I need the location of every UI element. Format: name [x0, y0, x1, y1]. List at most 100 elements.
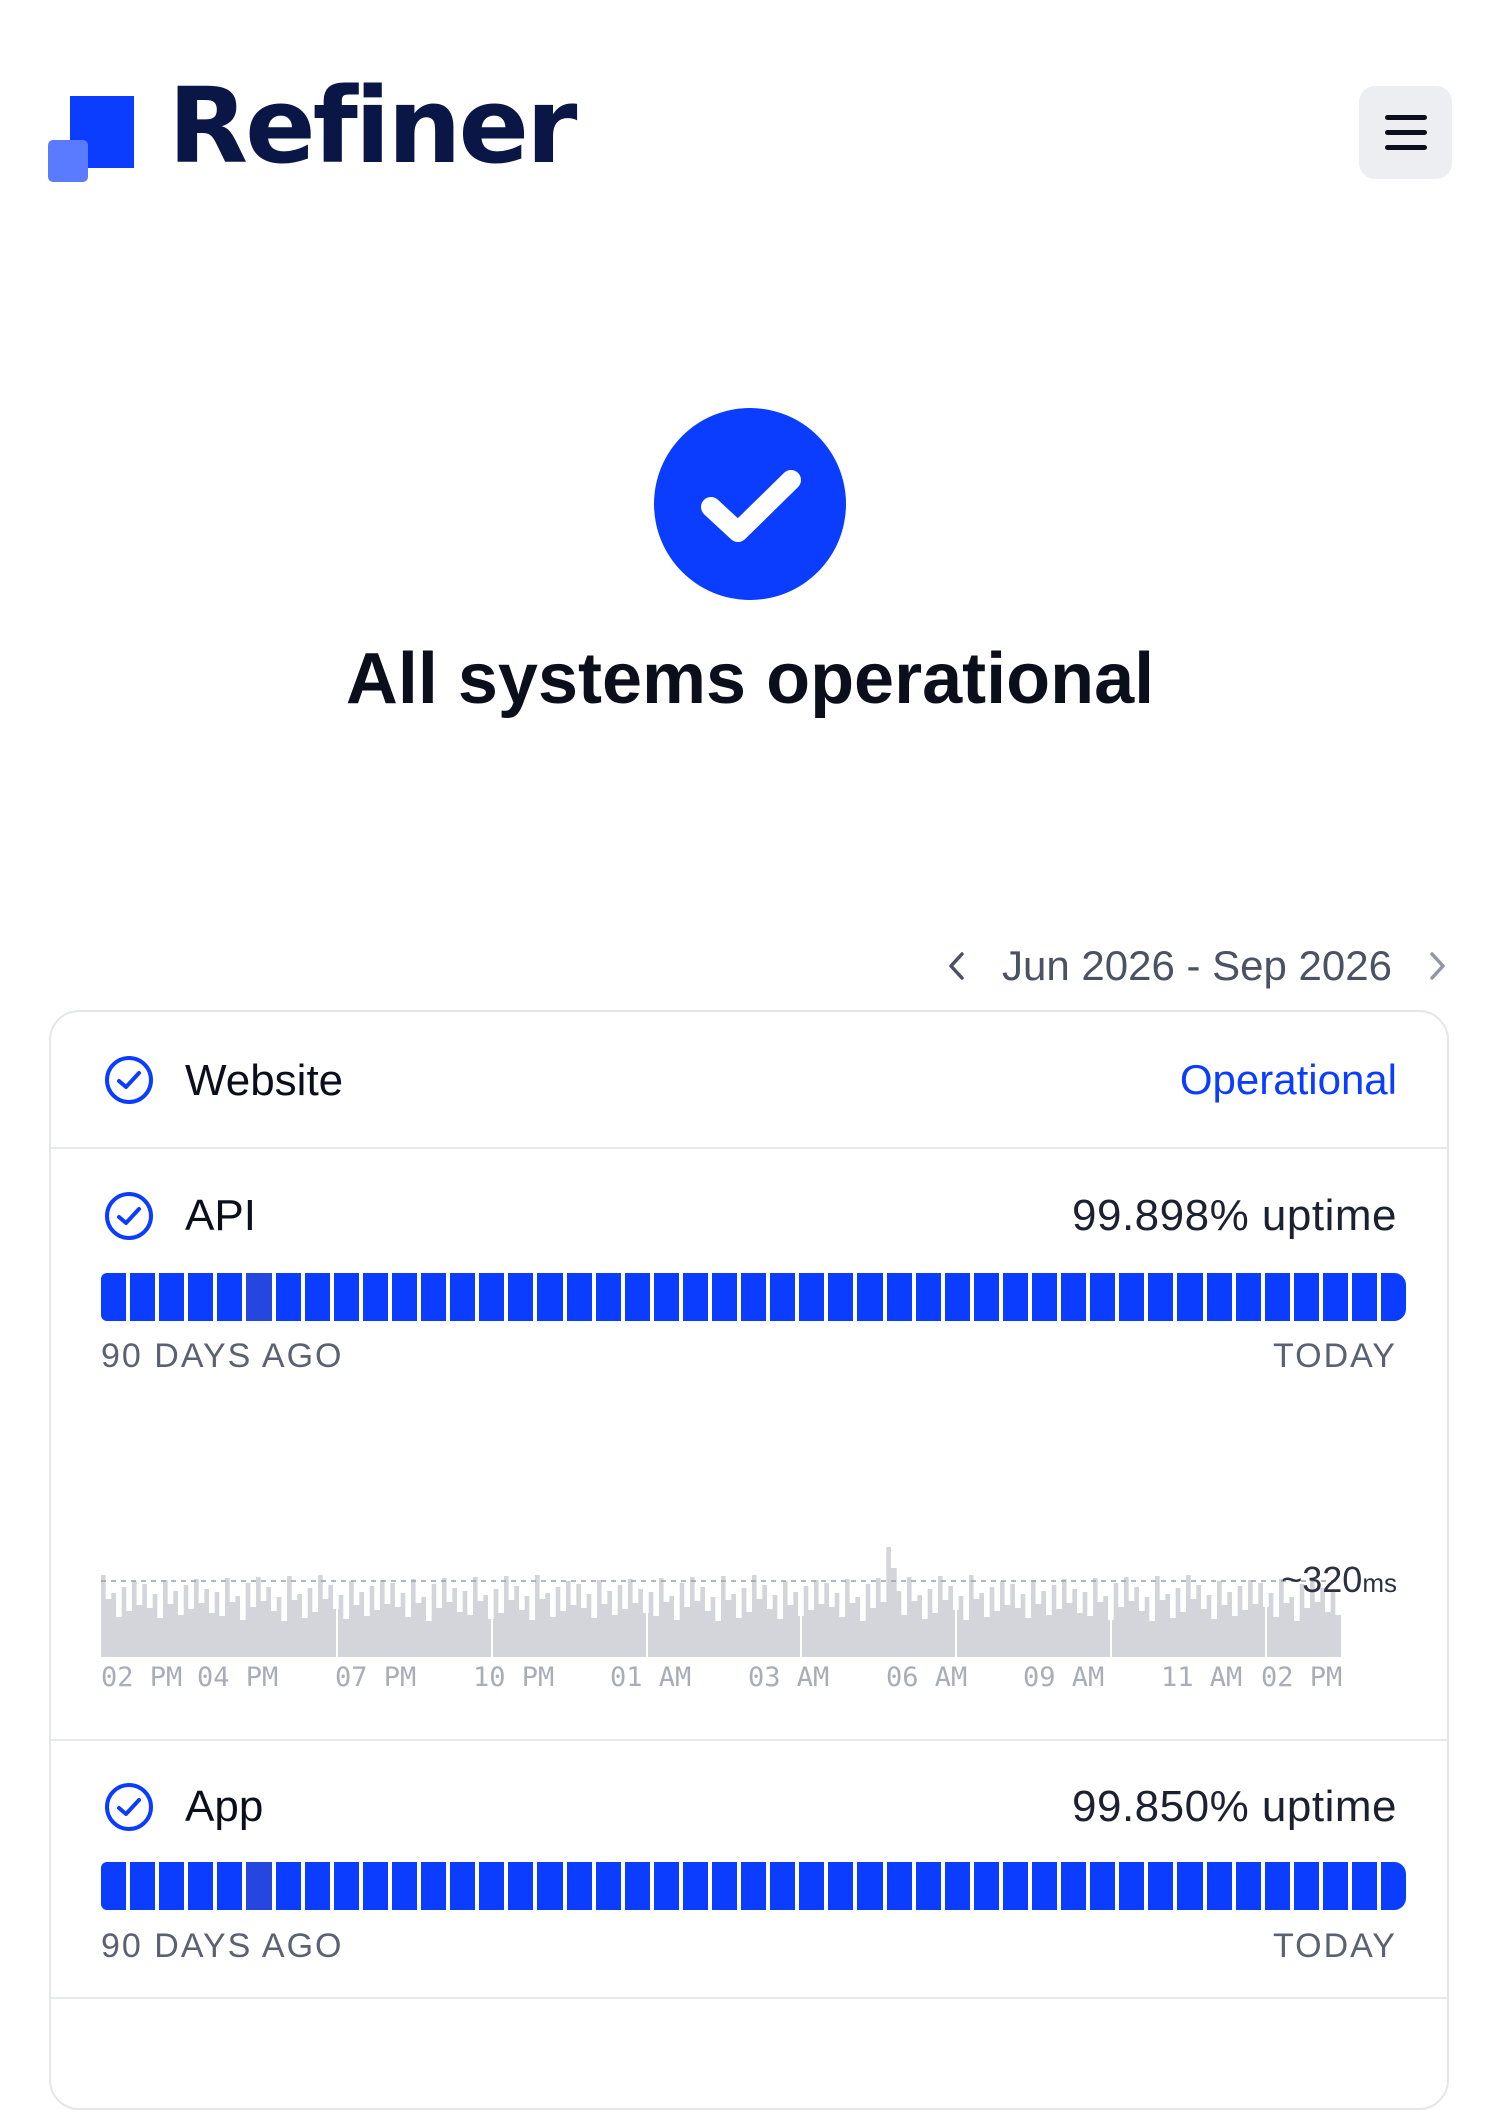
- uptime-day-bar[interactable]: [188, 1862, 214, 1910]
- uptime-day-bar[interactable]: [828, 1273, 854, 1321]
- uptime-day-bar[interactable]: [421, 1862, 447, 1910]
- uptime-day-bar[interactable]: [1293, 1862, 1319, 1910]
- uptime-day-bar[interactable]: [595, 1273, 621, 1321]
- uptime-day-bar[interactable]: [130, 1862, 156, 1910]
- uptime-day-bar[interactable]: [304, 1273, 330, 1321]
- uptime-day-bar[interactable]: [537, 1862, 563, 1910]
- uptime-day-bar[interactable]: [217, 1862, 243, 1910]
- uptime-day-bar[interactable]: [857, 1273, 883, 1321]
- uptime-day-bar[interactable]: [1293, 1273, 1319, 1321]
- uptime-day-bar[interactable]: [828, 1862, 854, 1910]
- uptime-day-bar[interactable]: [741, 1273, 767, 1321]
- uptime-day-bar[interactable]: [246, 1273, 272, 1321]
- chevron-right-icon[interactable]: [1422, 946, 1452, 986]
- uptime-day-bar[interactable]: [275, 1862, 301, 1910]
- uptime-day-bar[interactable]: [770, 1862, 796, 1910]
- uptime-day-bar[interactable]: [391, 1862, 418, 1910]
- uptime-day-bar[interactable]: [333, 1273, 359, 1321]
- uptime-day-bar[interactable]: [391, 1273, 418, 1321]
- uptime-day-bar[interactable]: [682, 1273, 708, 1321]
- uptime-day-bar[interactable]: [188, 1273, 214, 1321]
- uptime-day-bar[interactable]: [1177, 1273, 1203, 1321]
- brand-name[interactable]: Refiner: [168, 74, 577, 178]
- uptime-day-bar[interactable]: [1148, 1273, 1174, 1321]
- uptime-day-bar[interactable]: [1264, 1862, 1290, 1910]
- uptime-day-bar[interactable]: [421, 1273, 447, 1321]
- uptime-day-bar[interactable]: [1061, 1862, 1087, 1910]
- uptime-day-bar[interactable]: [1177, 1862, 1203, 1910]
- uptime-day-bar[interactable]: [915, 1273, 941, 1321]
- time-tick-label: 04 PM: [197, 1662, 279, 1693]
- uptime-day-bar[interactable]: [973, 1862, 999, 1910]
- uptime-day-bar[interactable]: [973, 1273, 999, 1321]
- uptime-day-bar[interactable]: [770, 1273, 796, 1321]
- response-time-chart[interactable]: [101, 1547, 1341, 1657]
- uptime-day-bar[interactable]: [1235, 1862, 1261, 1910]
- uptime-day-bar[interactable]: [101, 1273, 127, 1321]
- uptime-day-bar[interactable]: [479, 1273, 505, 1321]
- uptime-day-bar[interactable]: [741, 1862, 767, 1910]
- uptime-day-bar[interactable]: [566, 1862, 592, 1910]
- uptime-day-bar[interactable]: [1090, 1273, 1116, 1321]
- uptime-day-bar[interactable]: [1032, 1862, 1058, 1910]
- uptime-day-bar[interactable]: [246, 1862, 272, 1910]
- menu-button[interactable]: [1359, 86, 1452, 179]
- uptime-day-bar[interactable]: [624, 1862, 650, 1910]
- uptime-day-bar[interactable]: [1119, 1273, 1145, 1321]
- uptime-day-bar[interactable]: [101, 1862, 127, 1910]
- uptime-day-bar[interactable]: [1352, 1862, 1378, 1910]
- uptime-day-bar[interactable]: [1090, 1862, 1116, 1910]
- uptime-day-bar[interactable]: [217, 1273, 243, 1321]
- uptime-day-bar[interactable]: [566, 1273, 592, 1321]
- uptime-day-bar[interactable]: [130, 1273, 156, 1321]
- uptime-day-bar[interactable]: [1002, 1862, 1028, 1910]
- refiner-logo-icon[interactable]: [48, 96, 134, 182]
- uptime-day-bar[interactable]: [1002, 1273, 1028, 1321]
- uptime-day-bar[interactable]: [624, 1273, 650, 1321]
- uptime-day-bar[interactable]: [1148, 1862, 1174, 1910]
- uptime-day-bar[interactable]: [362, 1273, 388, 1321]
- uptime-day-bar[interactable]: [362, 1862, 388, 1910]
- uptime-day-bar[interactable]: [304, 1862, 330, 1910]
- uptime-day-bar[interactable]: [1322, 1862, 1349, 1910]
- uptime-day-bar[interactable]: [944, 1273, 970, 1321]
- uptime-day-bar[interactable]: [1381, 1862, 1407, 1910]
- time-tick-label: 07 PM: [335, 1662, 417, 1693]
- uptime-day-bar[interactable]: [1032, 1273, 1058, 1321]
- uptime-day-bar[interactable]: [1206, 1273, 1232, 1321]
- component-website[interactable]: Website Operational: [51, 1012, 1447, 1147]
- uptime-day-bar[interactable]: [275, 1273, 301, 1321]
- uptime-day-bar[interactable]: [333, 1862, 359, 1910]
- uptime-day-bar[interactable]: [479, 1862, 505, 1910]
- uptime-day-bar[interactable]: [1352, 1273, 1378, 1321]
- time-tick-label: 11 AM: [1161, 1662, 1243, 1693]
- uptime-day-bar[interactable]: [886, 1273, 912, 1321]
- uptime-day-bar[interactable]: [1322, 1273, 1349, 1321]
- uptime-day-bar[interactable]: [1061, 1273, 1087, 1321]
- uptime-day-bar[interactable]: [711, 1862, 738, 1910]
- uptime-day-bar[interactable]: [915, 1862, 941, 1910]
- chevron-left-icon[interactable]: [942, 946, 972, 986]
- uptime-day-bar[interactable]: [799, 1273, 825, 1321]
- uptime-day-bar[interactable]: [159, 1273, 185, 1321]
- uptime-day-bar[interactable]: [450, 1862, 476, 1910]
- uptime-day-bar[interactable]: [857, 1862, 883, 1910]
- uptime-day-bar[interactable]: [799, 1862, 825, 1910]
- uptime-day-bar[interactable]: [1381, 1273, 1407, 1321]
- uptime-day-bar[interactable]: [653, 1862, 679, 1910]
- uptime-day-bar[interactable]: [653, 1273, 679, 1321]
- uptime-day-bar[interactable]: [1264, 1273, 1290, 1321]
- uptime-day-bar[interactable]: [886, 1862, 912, 1910]
- uptime-day-bar[interactable]: [159, 1862, 185, 1910]
- uptime-day-bar[interactable]: [450, 1273, 476, 1321]
- uptime-day-bar[interactable]: [595, 1862, 621, 1910]
- uptime-day-bar[interactable]: [537, 1273, 563, 1321]
- uptime-day-bar[interactable]: [1206, 1862, 1232, 1910]
- uptime-day-bar[interactable]: [682, 1862, 708, 1910]
- uptime-day-bar[interactable]: [1119, 1862, 1145, 1910]
- uptime-day-bar[interactable]: [1235, 1273, 1261, 1321]
- uptime-day-bar[interactable]: [711, 1273, 738, 1321]
- uptime-day-bar[interactable]: [508, 1273, 534, 1321]
- uptime-day-bar[interactable]: [944, 1862, 970, 1910]
- uptime-day-bar[interactable]: [508, 1862, 534, 1910]
